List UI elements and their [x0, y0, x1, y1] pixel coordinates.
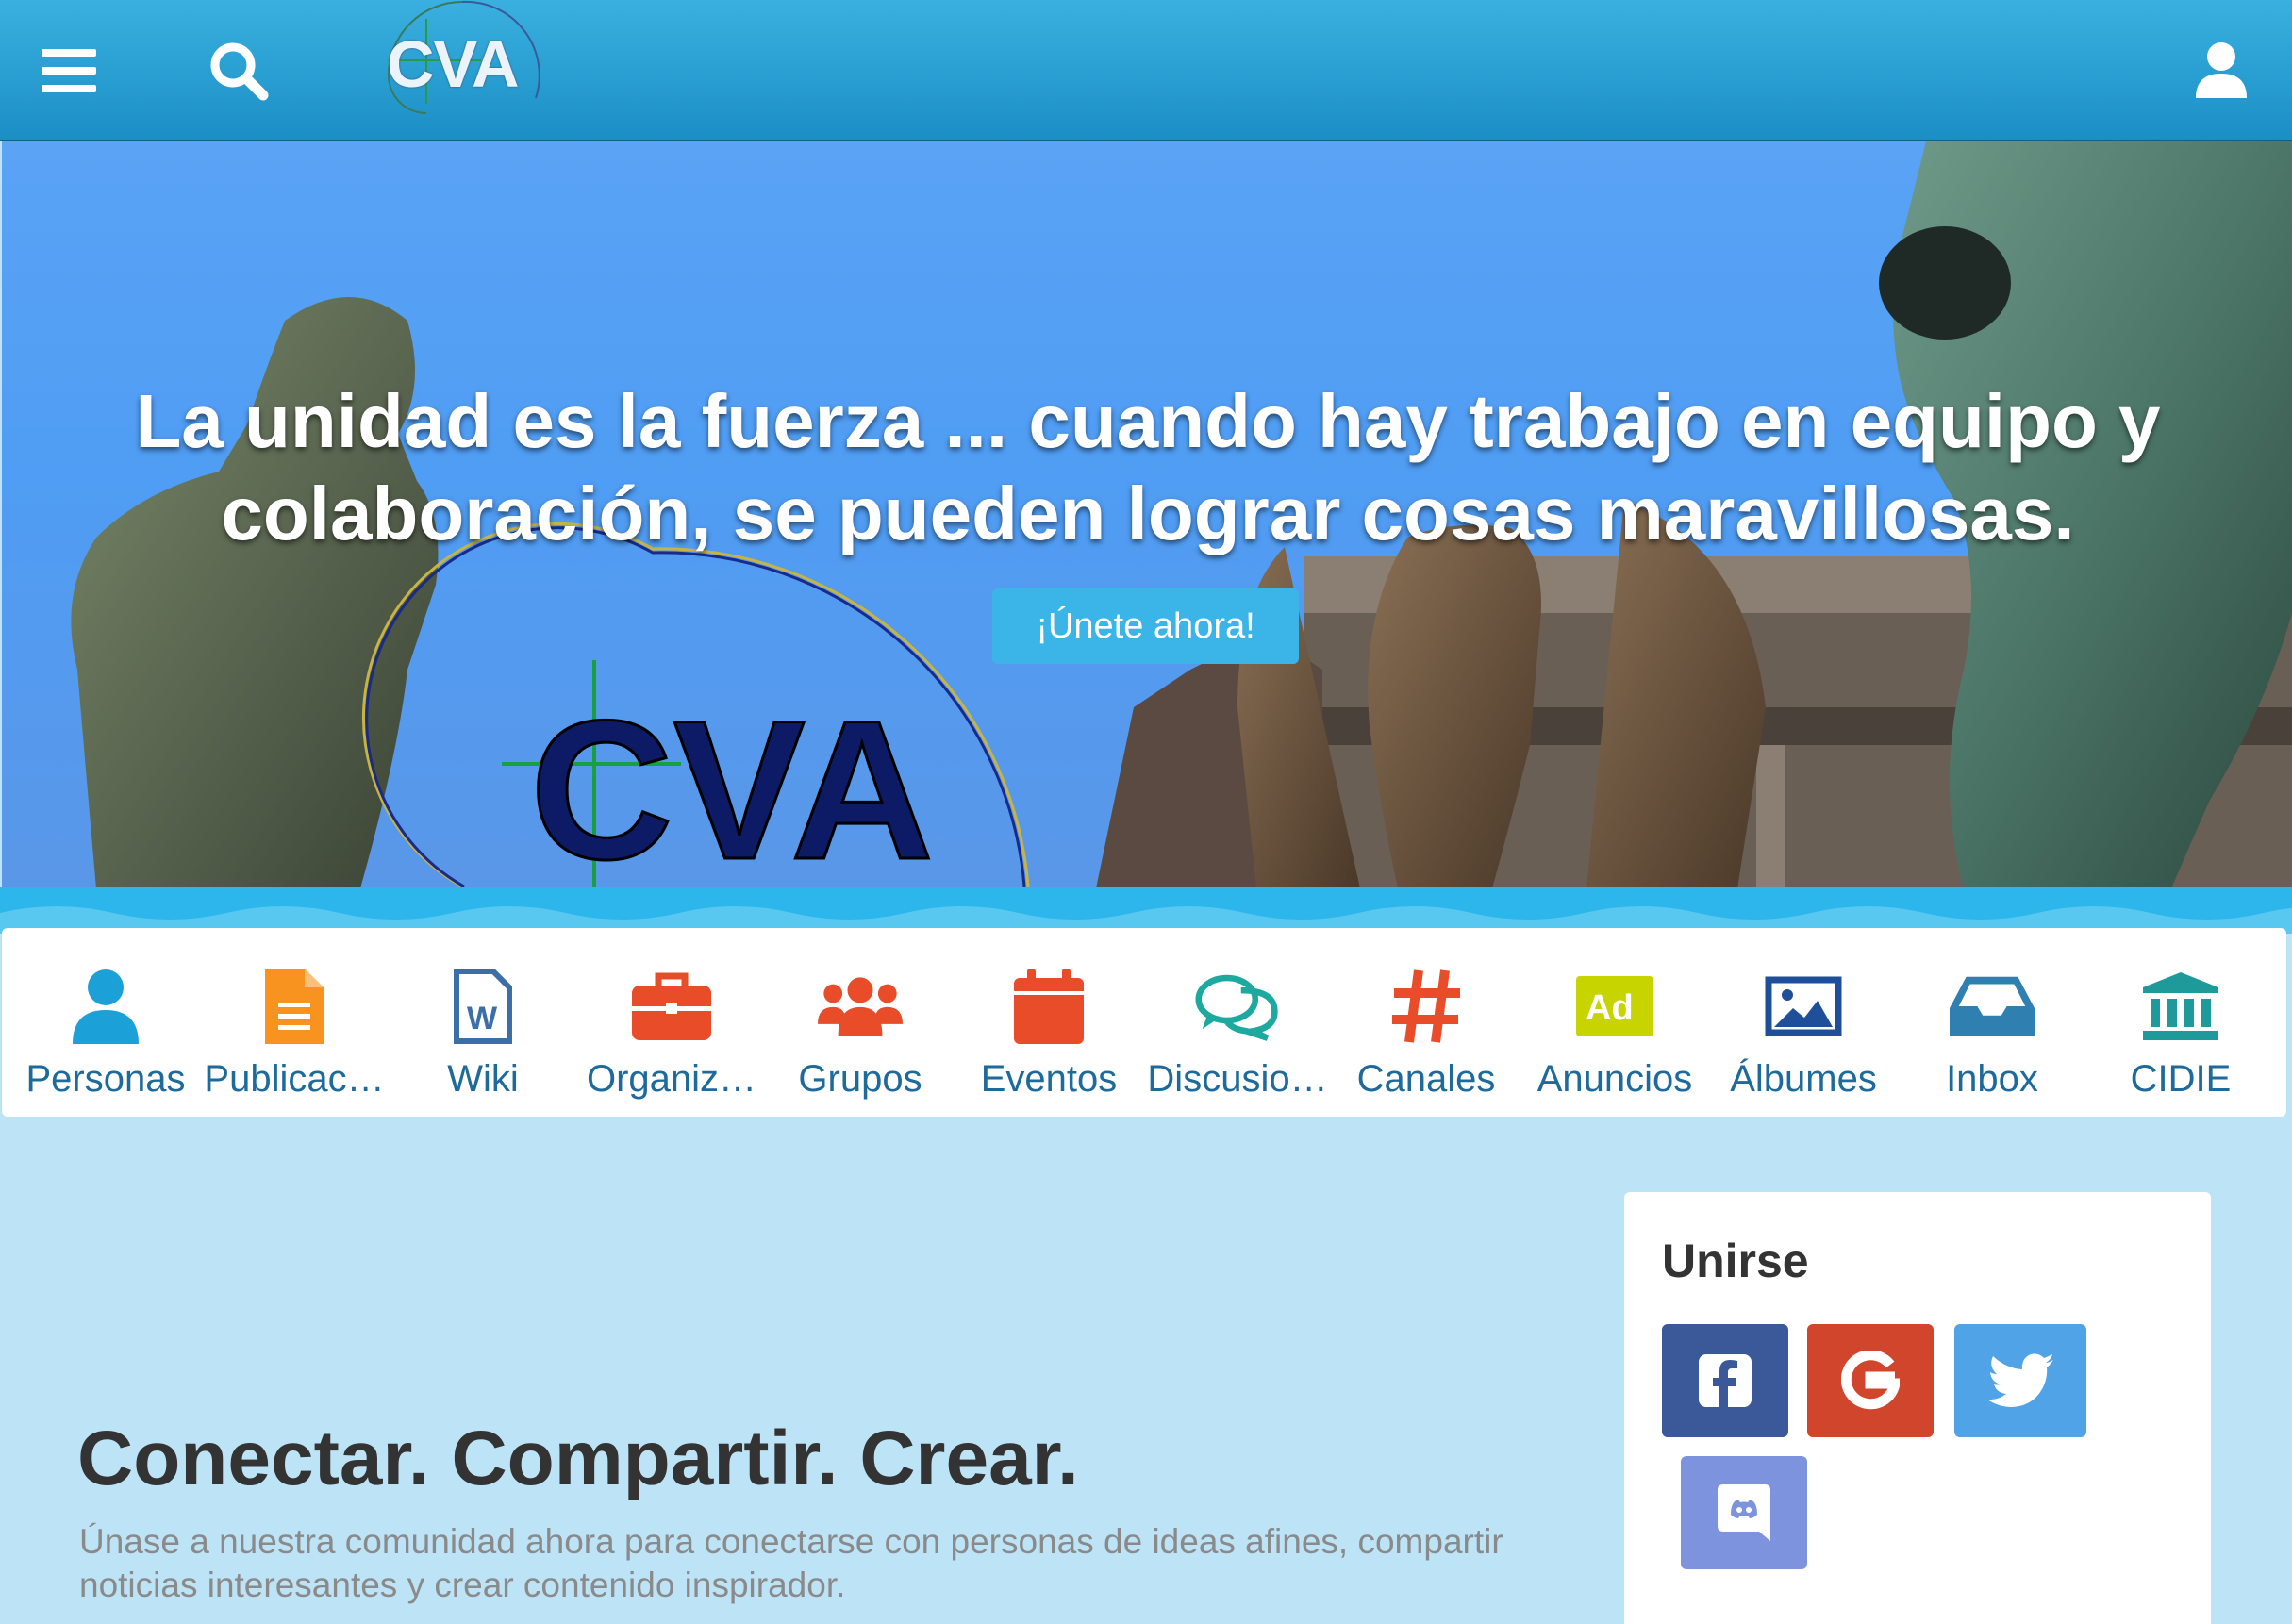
- hero-title: La unidad es la fuerza ... cuando hay tr…: [135, 379, 2161, 555]
- join-card-title: Unirse: [1662, 1235, 1809, 1287]
- hero-banner: CVA La unidad es la fuerza ... cuando ha…: [2, 141, 2292, 888]
- account-button[interactable]: [2179, 28, 2264, 113]
- nav-item-canales[interactable]: Canales: [1332, 928, 1520, 1117]
- google-login-button[interactable]: [1807, 1324, 1934, 1437]
- site-logo[interactable]: CVA: [368, 0, 547, 141]
- hero-wave-divider: [0, 887, 2292, 934]
- image-icon: [1765, 976, 1842, 1036]
- nav-item-albumes[interactable]: Álbumes: [1709, 928, 1898, 1117]
- user-icon: [2196, 42, 2247, 98]
- join-card: Unirse: [1624, 1192, 2211, 1624]
- briefcase-icon: [632, 972, 711, 1040]
- tagline-description: Únase a nuestra comunidad ahora para con…: [79, 1522, 1503, 1604]
- logo-text: CVA: [387, 27, 520, 101]
- hero-logo-text: CVA: [530, 679, 934, 888]
- feature-nav: Personas Publicac… W Wiki Organiz… Grupo…: [2, 928, 2286, 1117]
- top-bar: CVA: [0, 0, 2292, 141]
- chat-bubbles-icon: [1195, 974, 1278, 1041]
- nav-item-organizaciones[interactable]: Organiz…: [577, 928, 766, 1117]
- twitter-login-button[interactable]: [1954, 1324, 2086, 1437]
- discord-login-button[interactable]: [1681, 1456, 1807, 1569]
- nav-item-personas[interactable]: Personas: [11, 928, 200, 1117]
- inbox-icon: [1950, 976, 2035, 1036]
- calendar-icon: [1014, 969, 1084, 1044]
- nav-label: Publicac…: [204, 1058, 385, 1100]
- discord-icon: [1718, 1484, 1770, 1541]
- google-icon: [1841, 1351, 1900, 1410]
- menu-icon: [42, 49, 96, 92]
- nav-label: Canales: [1356, 1058, 1496, 1100]
- institution-icon: [2143, 972, 2218, 1040]
- nav-label: CIDIE: [2130, 1058, 2232, 1100]
- facebook-login-button[interactable]: [1662, 1324, 1788, 1437]
- facebook-icon: [1699, 1354, 1752, 1407]
- nav-item-cidie[interactable]: CIDIE: [2086, 928, 2275, 1117]
- users-icon: [818, 977, 903, 1036]
- nav-item-inbox[interactable]: Inbox: [1898, 928, 2086, 1117]
- tagline-heading: Conectar. Compartir. Crear.: [77, 1416, 1079, 1501]
- search-button[interactable]: [196, 28, 281, 113]
- nav-item-anuncios[interactable]: Ad Anuncios: [1520, 928, 1709, 1117]
- twitter-icon: [1987, 1353, 2053, 1407]
- join-now-button[interactable]: ¡Únete ahora!: [992, 588, 1299, 664]
- nav-label: Eventos: [980, 1058, 1118, 1100]
- nav-item-discusiones[interactable]: Discusio…: [1143, 928, 1332, 1117]
- menu-button[interactable]: [26, 28, 111, 113]
- nav-item-wiki[interactable]: W Wiki: [389, 928, 577, 1117]
- nav-label: Grupos: [798, 1058, 922, 1100]
- hashtag-icon: [1392, 969, 1460, 1043]
- nav-label: Anuncios: [1536, 1058, 1693, 1100]
- nav-label: Personas: [25, 1058, 186, 1100]
- document-icon: [265, 969, 324, 1044]
- nav-item-grupos[interactable]: Grupos: [766, 928, 955, 1117]
- person-icon: [73, 969, 139, 1044]
- nav-label: Wiki: [447, 1058, 519, 1100]
- svg-text:Ad: Ad: [1586, 988, 1634, 1028]
- nav-item-eventos[interactable]: Eventos: [955, 928, 1143, 1117]
- nav-label: Inbox: [1946, 1058, 2038, 1100]
- ad-icon: Ad: [1576, 976, 1653, 1036]
- word-file-icon: W: [454, 969, 512, 1044]
- nav-label: Álbumes: [1730, 1058, 1877, 1100]
- nav-label: Organiz…: [586, 1058, 757, 1100]
- nav-item-publicaciones[interactable]: Publicac…: [200, 928, 389, 1117]
- svg-text:W: W: [467, 1001, 498, 1036]
- nav-label: Discusio…: [1147, 1058, 1328, 1100]
- search-icon: [210, 42, 269, 101]
